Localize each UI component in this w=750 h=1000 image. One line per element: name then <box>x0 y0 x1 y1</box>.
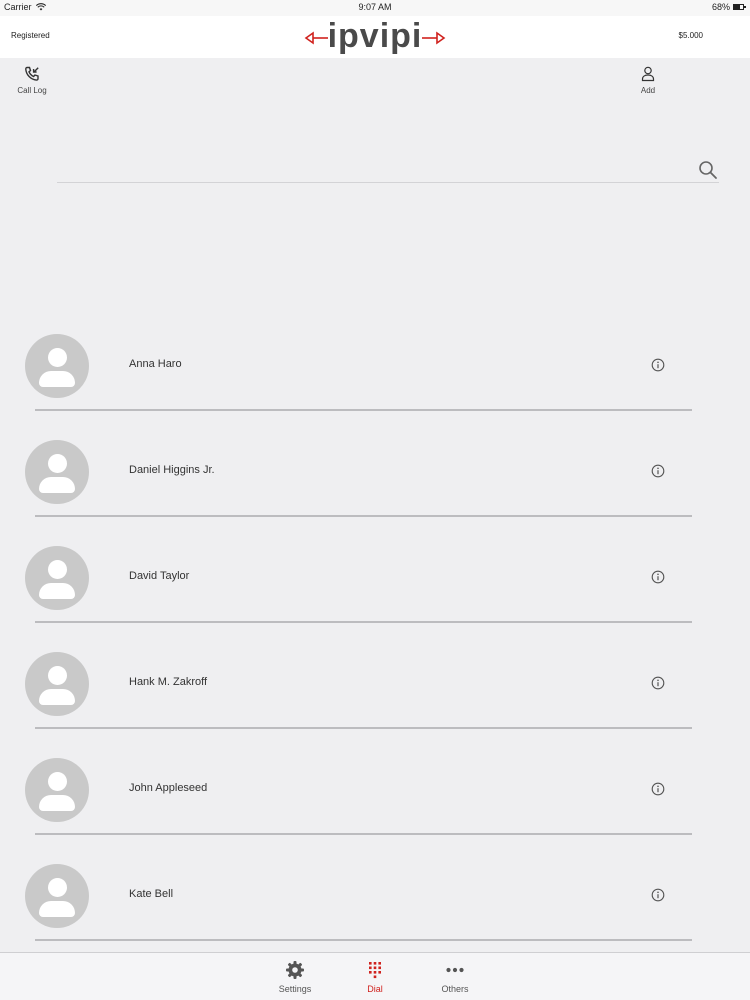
avatar <box>25 440 89 504</box>
add-person-icon <box>641 66 655 82</box>
app-logo: ipvipi <box>284 17 466 56</box>
contact-name: Kate Bell <box>129 888 174 900</box>
phone-incoming-icon <box>25 66 39 81</box>
search-bar <box>57 156 719 183</box>
contact-name: Hank M. Zakroff <box>129 676 208 688</box>
avatar <box>25 334 89 398</box>
contact-name: David Taylor <box>129 570 190 582</box>
contact-name: Anna Haro <box>129 358 182 370</box>
contacts-list: Anna Haro Daniel Higgins Jr. David Taylo… <box>0 330 750 966</box>
add-contact-button[interactable]: Add <box>626 66 670 95</box>
battery-group: 68% <box>711 2 746 12</box>
registration-status: Registered <box>11 31 50 40</box>
call-log-label: Call Log <box>17 86 47 95</box>
battery-percent: 68% <box>711 2 730 12</box>
status-bar: Carrier 9:07 AM 68% <box>0 0 750 16</box>
logo-text: ipvipi <box>327 17 423 55</box>
avatar <box>25 546 89 610</box>
logo-left-arrow-icon <box>304 31 328 45</box>
row-divider <box>35 939 692 941</box>
contact-row[interactable]: David Taylor <box>0 542 750 648</box>
more-icon <box>446 967 464 973</box>
row-divider <box>35 515 692 517</box>
contact-row[interactable]: Hank M. Zakroff <box>0 648 750 754</box>
contact-row[interactable]: Daniel Higgins Jr. <box>0 436 750 542</box>
balance-label: $5.000 <box>678 31 703 40</box>
search-icon[interactable] <box>698 160 718 180</box>
info-icon[interactable] <box>651 464 665 478</box>
gear-icon <box>286 961 304 979</box>
app-header: Registered ipvipi $5.000 <box>0 16 750 58</box>
row-divider <box>35 409 692 411</box>
info-icon[interactable] <box>651 888 665 902</box>
call-log-button[interactable]: Call Log <box>10 66 54 95</box>
tab-others[interactable]: Others <box>425 960 485 994</box>
keypad-icon <box>369 962 381 979</box>
avatar <box>25 864 89 928</box>
contact-name: Daniel Higgins Jr. <box>129 464 215 476</box>
tab-dial[interactable]: Dial <box>345 960 405 994</box>
tab-settings[interactable]: Settings <box>265 960 325 994</box>
tab-others-label: Others <box>441 984 469 994</box>
contact-row[interactable]: John Appleseed <box>0 754 750 860</box>
tab-dial-label: Dial <box>367 984 383 994</box>
status-time: 9:07 AM <box>358 2 392 12</box>
info-icon[interactable] <box>651 676 665 690</box>
tab-settings-label: Settings <box>278 984 312 994</box>
logo-right-arrow-icon <box>422 31 446 45</box>
search-input[interactable] <box>57 156 677 182</box>
info-icon[interactable] <box>651 570 665 584</box>
info-icon[interactable] <box>651 782 665 796</box>
contact-row[interactable]: Anna Haro <box>0 330 750 436</box>
avatar <box>25 652 89 716</box>
row-divider <box>35 833 692 835</box>
row-divider <box>35 727 692 729</box>
add-label: Add <box>640 86 656 95</box>
contact-name: John Appleseed <box>129 782 208 794</box>
avatar <box>25 758 89 822</box>
info-icon[interactable] <box>651 358 665 372</box>
tab-bar: Settings Dial Others <box>0 952 750 1000</box>
row-divider <box>35 621 692 623</box>
contact-row[interactable]: Kate Bell <box>0 860 750 966</box>
battery-icon <box>733 4 746 10</box>
